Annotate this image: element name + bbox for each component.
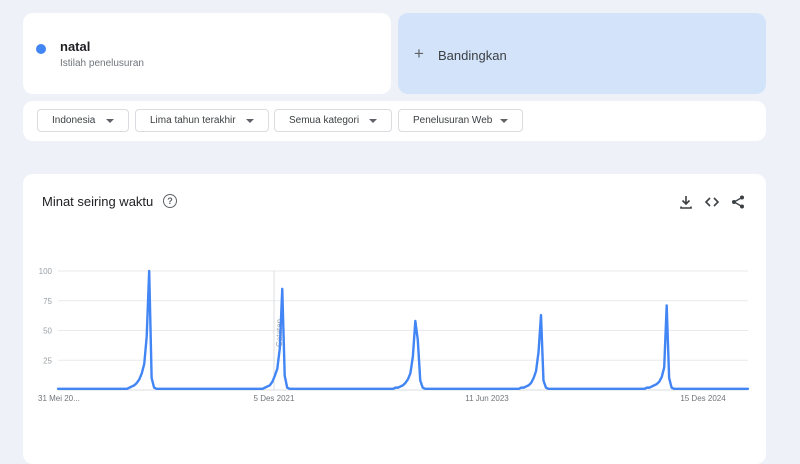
plus-icon: + bbox=[414, 44, 424, 63]
compare-label: Bandingkan bbox=[438, 48, 507, 63]
y-tick-label: 100 bbox=[39, 267, 53, 276]
search-type-filter-label: Penelusuran Web bbox=[413, 115, 493, 126]
y-tick-label: 50 bbox=[43, 327, 52, 336]
term-color-dot bbox=[36, 44, 46, 54]
interest-chart: 255075100Catatan31 Mei 20... 5 Des 2021 11… bbox=[38, 267, 750, 403]
search-term-card[interactable]: natal Istilah penelusuran bbox=[23, 13, 391, 94]
search-type-filter[interactable]: Penelusuran Web bbox=[398, 109, 523, 132]
chevron-down-icon bbox=[246, 119, 254, 123]
time-range-filter-label: Lima tahun terakhir bbox=[150, 115, 236, 126]
category-filter-label: Semua kategori bbox=[289, 115, 360, 126]
x-tick-label: 5 Des 2021 bbox=[254, 394, 295, 403]
chevron-down-icon bbox=[500, 119, 508, 123]
y-tick-label: 25 bbox=[43, 356, 52, 365]
category-filter[interactable]: Semua kategori bbox=[274, 109, 392, 132]
search-term-name[interactable]: natal bbox=[60, 39, 90, 54]
search-term-subtitle: Istilah penelusuran bbox=[60, 58, 144, 69]
chevron-down-icon bbox=[106, 119, 114, 123]
series-line bbox=[56, 269, 750, 391]
chevron-down-icon bbox=[369, 119, 377, 123]
region-filter-label: Indonesia bbox=[52, 115, 96, 126]
x-tick-label: 15 Des 2024 bbox=[680, 394, 726, 403]
interest-over-time-panel: Minat seiring waktu ? 25 50 75 100 Catatan 31… bbox=[23, 174, 766, 464]
x-tick-label: 31 Mei 20... bbox=[38, 394, 80, 403]
filter-bar: Indonesia Lima tahun terakhir Semua kate… bbox=[23, 101, 766, 141]
time-range-filter[interactable]: Lima tahun terakhir bbox=[135, 109, 269, 132]
y-tick-label: 75 bbox=[43, 297, 52, 306]
region-filter[interactable]: Indonesia bbox=[37, 109, 129, 132]
x-tick-label: 11 Jun 2023 bbox=[465, 394, 509, 403]
compare-button[interactable]: + Bandingkan bbox=[398, 13, 766, 94]
